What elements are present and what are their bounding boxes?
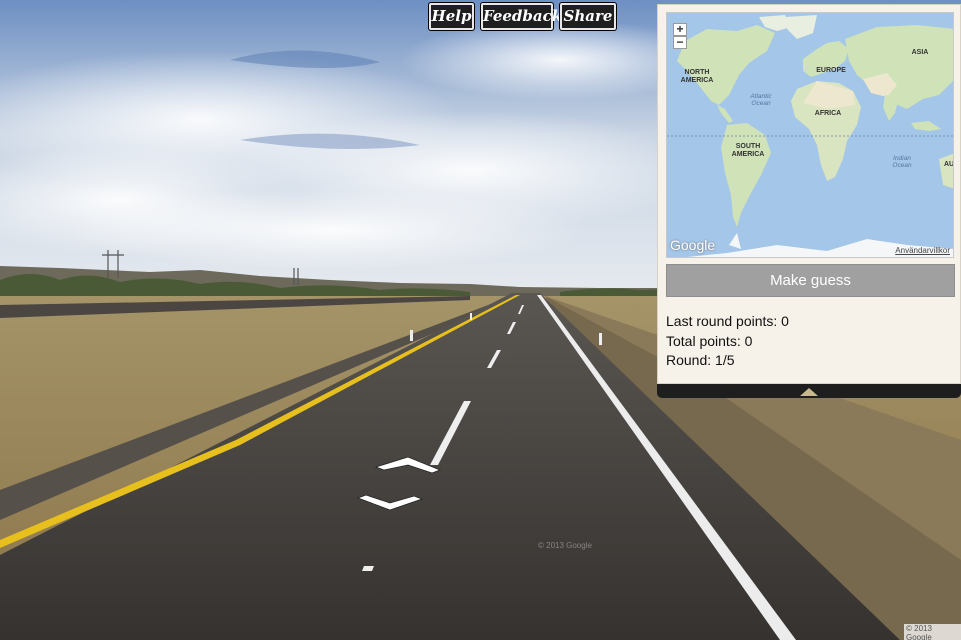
corner-copyright: © 2013 Google [904, 624, 961, 640]
make-guess-button[interactable]: Make guess [666, 264, 955, 297]
label-south-america: SOUTH AMERICA [731, 143, 765, 158]
help-button[interactable]: Help [429, 3, 474, 30]
label-north-america: NORTH AMERICA [680, 69, 714, 84]
map-zoom-out-button[interactable]: − [673, 36, 687, 49]
feedback-button[interactable]: Feedback [481, 3, 562, 30]
label-europe: EUROPE [816, 67, 846, 74]
google-logo: Google [670, 237, 716, 253]
label-australia: AU [943, 161, 954, 168]
panorama-copyright: © 2013 Google [538, 541, 592, 550]
label-atlantic-ocean: Atlantic Ocean [750, 93, 772, 107]
total-points: Total points: 0 [666, 333, 753, 349]
map-terms-link[interactable]: Användarvillkor [895, 246, 950, 255]
label-indian-ocean: Indian Ocean [892, 155, 912, 169]
label-africa: AFRICA [814, 110, 842, 117]
guess-map[interactable]: + − NORTH AMERICA SOUTH AMERICA EUROPE A… [666, 12, 954, 258]
collapse-panel-icon[interactable] [800, 388, 818, 396]
round-counter: Round: 1/5 [666, 352, 735, 368]
share-button[interactable]: Share [560, 3, 616, 30]
label-asia: ASIA [911, 49, 929, 56]
last-round-points: Last round points: 0 [666, 313, 789, 329]
